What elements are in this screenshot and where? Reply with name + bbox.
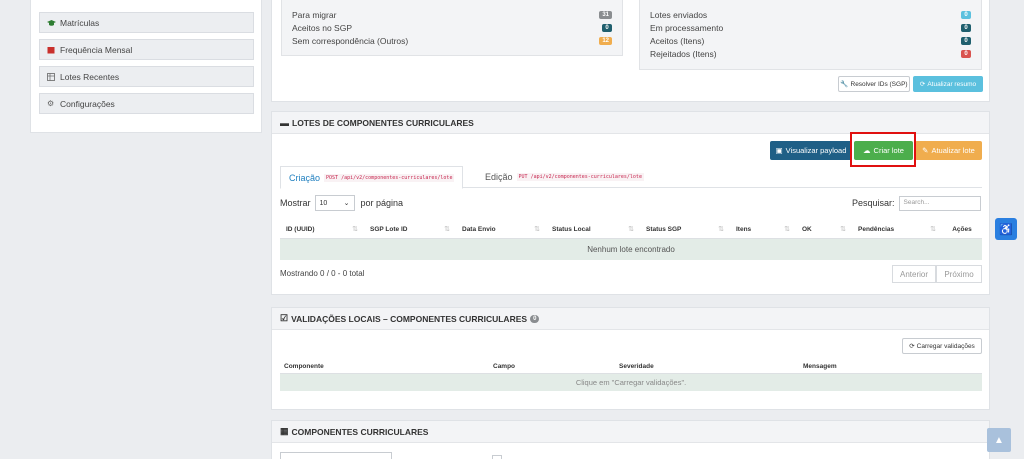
refresh-summary-button[interactable]: ⟳ Atualizar resumo [913, 76, 983, 92]
tab-endpoint: POST /api/v2/componentes-curriculares/lo… [324, 173, 455, 182]
preview-payload-button[interactable]: ▣ Visualizar payload [770, 141, 852, 160]
update-batch-button[interactable]: ✎ Atualizar lote [915, 141, 982, 160]
col-header[interactable]: SGP Lote ID ⇅ [364, 219, 456, 239]
eye-icon: ▣ [775, 146, 783, 155]
count-badge: 12 [599, 36, 612, 45]
col-header[interactable]: ID (UUID) ⇅ [280, 219, 364, 239]
count-badge: 0 [602, 23, 612, 32]
refresh-icon: ⟳ [919, 81, 926, 88]
col-header[interactable]: Itens ⇅ [730, 219, 796, 239]
checkbox-icon: ☑ [280, 313, 289, 323]
count-badge: 0 [961, 10, 971, 19]
summary-row: Para migrar 31 [292, 8, 612, 21]
search-control: Pesquisar: Search... [852, 194, 981, 212]
sidebar-item-label: Frequência Mensal [60, 44, 133, 55]
summary-row: Sem correspondência (Outros) 12 [292, 34, 612, 47]
col-header: Campo [493, 363, 516, 370]
sidebar-item-lotes[interactable]: Lotes Recentes [39, 66, 254, 87]
summary-row: Aceitos (Itens) 0 [650, 34, 971, 47]
scroll-top-button[interactable]: ▲ [987, 428, 1011, 452]
card-title: COMPONENTES CURRICULARES [291, 426, 429, 437]
col-header[interactable]: Pendências ⇅ [852, 219, 942, 239]
checkbox[interactable] [492, 455, 502, 459]
count-badge: 0 [961, 36, 971, 45]
resolve-ids-button[interactable]: 🔧 Resolver IDs (SGP) [838, 76, 910, 92]
summary-left-box: Para migrar 31 Aceitos no SGP 0 Sem corr… [281, 0, 623, 56]
accessibility-button[interactable]: ♿ [995, 218, 1017, 240]
col-header[interactable]: Data Envio ⇅ [456, 219, 546, 239]
tab-endpoint: PUT /api/v2/componentes-curriculares/lot… [516, 173, 644, 181]
hint-row: Clique em "Carregar validações". [280, 374, 982, 391]
col-header: Mensagem [803, 363, 837, 370]
empty-row: Nenhum lote encontrado [280, 239, 982, 260]
load-validations-button[interactable]: ⟳ Carregar validações [902, 338, 982, 354]
sidebar-item-label: Configurações [60, 98, 115, 109]
chevron-up-icon: ▲ [994, 434, 1004, 446]
card-title: LOTES DE COMPONENTES CURRICULARES [292, 117, 474, 128]
validacoes-table-header: Componente Campo Severidade Mensagem [280, 359, 982, 374]
count-badge: 0 [961, 23, 971, 32]
validacoes-card: ☑ VALIDAÇÕES LOCAIS – COMPONENTES CURRIC… [271, 307, 990, 410]
wrench-icon: 🔧 [840, 81, 849, 88]
lotes-card-header: ▬ LOTES DE COMPONENTES CURRICULARES [272, 112, 989, 134]
list-icon [47, 72, 56, 81]
table-icon: ▦ [280, 426, 289, 436]
tab-criacao[interactable]: Criação POST /api/v2/componentes-curricu… [280, 166, 464, 189]
page-size-control: Mostrar 10 ⌄ por página [280, 194, 403, 212]
lotes-table-header: ID (UUID) ⇅ SGP Lote ID ⇅ Data Envio ⇅ Stat… [280, 219, 982, 239]
card-title: VALIDAÇÕES LOCAIS – COMPONENTES CURRICUL… [291, 313, 528, 324]
gear-icon: ⚙ [47, 98, 55, 108]
validacoes-card-header: ☑ VALIDAÇÕES LOCAIS – COMPONENTES CURRIC… [272, 308, 989, 330]
table-info: Mostrando 0 / 0 - 0 total [280, 269, 365, 278]
sidebar-item-label: Matrículas [60, 17, 100, 28]
count-badge: 0 [530, 314, 540, 323]
count-badge: 0 [961, 49, 971, 58]
accessibility-icon: ♿ [999, 223, 1013, 236]
summary-row: Lotes enviados 0 [650, 8, 971, 21]
col-header[interactable]: OK ⇅ [796, 219, 852, 239]
tab-edicao[interactable]: Edição PUT /api/v2/componentes-curricula… [477, 166, 652, 188]
archive-icon: ▬ [280, 117, 289, 128]
componentes-card: ▦ COMPONENTES CURRICULARES [271, 420, 990, 459]
col-header: Ações [952, 225, 972, 233]
col-header: Severidade [619, 363, 654, 370]
col-header: Componente [284, 363, 324, 370]
prev-page-button[interactable]: Anterior [892, 265, 936, 283]
highlight-box [850, 132, 916, 167]
main-content: Para migrar 31 Aceitos no SGP 0 Sem corr… [271, 0, 991, 459]
search-input[interactable]: Search... [898, 195, 981, 211]
next-page-button[interactable]: Próximo [936, 265, 982, 283]
calendar-icon [47, 46, 56, 54]
page-size-select[interactable] [280, 452, 392, 459]
graduation-cap-icon [47, 19, 56, 27]
chevron-down-icon: ⌄ [343, 200, 350, 207]
sidebar-item-matriculas[interactable]: Matrículas [39, 12, 254, 33]
col-header[interactable]: Status Local ⇅ [546, 219, 640, 239]
summary-row: Em processamento 0 [650, 21, 971, 34]
sidebar: Matrículas Frequência Mensal Lotes Recen… [30, 0, 262, 133]
col-header[interactable]: Status SGP ⇅ [640, 219, 730, 239]
summary-row: Aceitos no SGP 0 [292, 21, 612, 34]
pencil-icon: ✎ [922, 146, 929, 155]
componentes-card-header: ▦ COMPONENTES CURRICULARES [272, 421, 989, 443]
sidebar-item-configuracoes[interactable]: ⚙ Configurações [39, 93, 254, 114]
page-size-select[interactable]: 10 ⌄ [314, 195, 355, 211]
sidebar-item-label: Lotes Recentes [60, 71, 120, 82]
count-badge: 31 [599, 10, 612, 19]
sidebar-item-frequencia[interactable]: Frequência Mensal [39, 39, 254, 60]
summary-row: Rejeitados (Itens) 0 [650, 47, 971, 60]
refresh-icon: ⟳ [909, 343, 915, 350]
summary-card: Para migrar 31 Aceitos no SGP 0 Sem corr… [271, 0, 990, 102]
tab-bar: Criação POST /api/v2/componentes-curricu… [280, 166, 982, 189]
summary-right-box: Lotes enviados 0 Em processamento 0 Acei… [639, 0, 982, 70]
